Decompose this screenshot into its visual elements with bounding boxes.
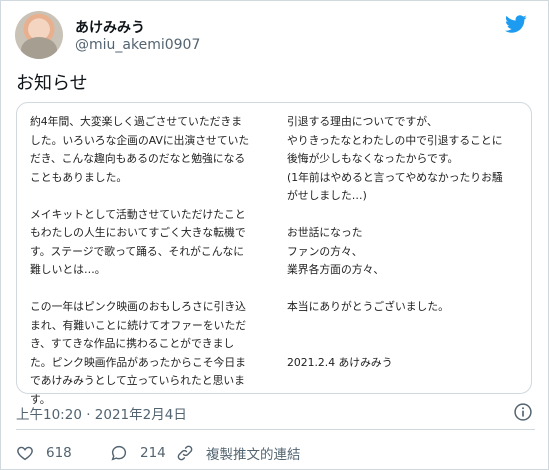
reply-button[interactable]: 214 [110, 443, 166, 463]
user-handle[interactable]: @miu_akemi0907 [75, 37, 200, 53]
tweet-timestamp[interactable]: 上午10:20 · 2021年2月4日 [16, 403, 187, 423]
link-icon [177, 445, 193, 461]
tweet-card: あけみみう @miu_akemi0907 お知らせ 約4年間、大変楽しく過ごさせ… [0, 0, 549, 470]
reply-icon [111, 445, 127, 461]
tweet-actions: 618 214 複製推文的連結 [16, 443, 516, 463]
image-text-right: 引退する理由についてですが、 やりきったなとわたしの中で引退することに 後悔が少… [287, 115, 503, 369]
heart-icon [17, 446, 33, 461]
tweet-image[interactable]: 約4年間、大変楽しく過ごさせていただきま した。いろいろな企画のAVに出演させて… [16, 102, 532, 406]
reply-count: 214 [140, 445, 166, 461]
tweet-header: あけみみう @miu_akemi0907 [15, 11, 535, 59]
display-name[interactable]: あけみみう [75, 17, 145, 37]
like-count: 618 [46, 445, 72, 461]
tweet-text: お知らせ [16, 73, 88, 94]
copy-link-label: 複製推文的連結 [206, 447, 301, 463]
info-icon[interactable] [513, 402, 533, 422]
like-button[interactable]: 618 [16, 443, 72, 463]
image-text-left: 約4年間、大変楽しく過ごさせていただきま した。いろいろな企画のAVに出演させて… [30, 115, 250, 406]
avatar[interactable] [15, 11, 63, 59]
divider [16, 429, 535, 430]
copy-link-button[interactable]: 複製推文的連結 [176, 443, 301, 463]
twitter-bird-icon[interactable] [503, 13, 529, 35]
